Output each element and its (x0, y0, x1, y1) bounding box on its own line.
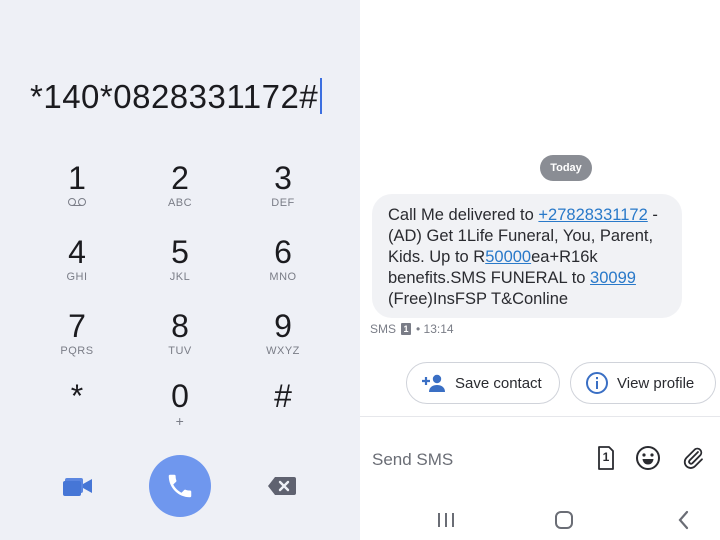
phone-link[interactable]: +27828331172 (538, 206, 647, 224)
amount-link[interactable]: 50000 (485, 248, 531, 266)
shortcode-link[interactable]: 30099 (590, 269, 636, 287)
home-button[interactable] (552, 508, 576, 532)
sim-select-button[interactable]: 1 (592, 445, 618, 471)
key-digit: 0 (171, 378, 189, 414)
key-digit: 8 (171, 308, 189, 344)
message-text: Call Me delivered to (388, 206, 539, 224)
call-button[interactable] (149, 455, 211, 517)
key-digit: 6 (274, 234, 292, 270)
key-digit: 9 (274, 308, 292, 344)
message-type: SMS (370, 322, 397, 336)
key-letters: ABC (167, 197, 193, 209)
emoji-button[interactable] (635, 445, 661, 471)
key-3[interactable]: 3 DEF (231, 160, 335, 230)
key-8[interactable]: 8 TUV (128, 308, 232, 378)
key-digit: 5 (171, 234, 189, 270)
message-time: • 13:14 (416, 322, 454, 336)
message-meta: SMS 1 • 13:14 (370, 322, 454, 336)
key-digit: 1 (68, 160, 86, 196)
view-profile-label: View profile (617, 374, 695, 392)
key-9[interactable]: 9 WXYZ (231, 308, 335, 378)
key-letters: WXYZ (266, 345, 300, 357)
recent-apps-icon (438, 513, 454, 527)
dialed-number-text: *140*0828331172# (30, 78, 319, 115)
send-sms-input[interactable] (370, 445, 574, 475)
save-contact-button[interactable]: Save contact (406, 362, 560, 404)
key-letters: + (175, 413, 185, 429)
back-icon (678, 510, 689, 530)
key-digit: * (70, 378, 84, 414)
video-call-button[interactable] (62, 472, 94, 500)
key-7[interactable]: 7 PQRS (25, 308, 129, 378)
key-star[interactable]: * (25, 378, 129, 448)
attach-button[interactable] (680, 445, 706, 471)
info-icon (586, 372, 608, 394)
key-letters: PQRS (60, 345, 94, 357)
sim-icon: 1 (401, 323, 412, 335)
key-digit: 7 (68, 308, 86, 344)
key-2[interactable]: 2 ABC (128, 160, 232, 230)
key-letters: DEF (271, 197, 295, 209)
view-profile-button[interactable]: View profile (570, 362, 716, 404)
video-call-icon (63, 478, 92, 496)
phone-call-icon (168, 474, 192, 498)
key-digit: 4 (68, 234, 86, 270)
sms-conversation-panel: Today Call Me delivered to +27828331172 … (360, 0, 720, 540)
add-person-icon (422, 374, 445, 392)
key-letters: MNO (269, 271, 297, 283)
recent-apps-button[interactable] (434, 508, 458, 532)
emoji-icon (636, 446, 660, 470)
paperclip-icon (683, 447, 703, 469)
voicemail-icon (25, 196, 129, 210)
backspace-icon (268, 477, 296, 495)
compose-bar: 1 (360, 416, 720, 501)
key-letters: JKL (169, 271, 191, 283)
key-digit: 2 (171, 160, 189, 196)
key-1[interactable]: 1 (25, 160, 129, 230)
text-cursor (320, 78, 323, 114)
dialed-number-field[interactable]: *140*0828331172# (30, 78, 350, 120)
back-button[interactable] (672, 508, 696, 532)
save-contact-label: Save contact (455, 374, 542, 392)
date-chip: Today (540, 155, 592, 181)
dialer-panel: *140*0828331172# 1 2 ABC 3 DEF 4 GHI 5 J… (0, 0, 360, 540)
system-nav-bar (360, 500, 720, 540)
message-text: (Free)InsFSP T&Conline (388, 290, 569, 308)
key-digit: 3 (274, 160, 292, 196)
key-4[interactable]: 4 GHI (25, 234, 129, 304)
key-5[interactable]: 5 JKL (128, 234, 232, 304)
key-6[interactable]: 6 MNO (231, 234, 335, 304)
key-0[interactable]: 0 + (128, 378, 232, 448)
key-letters: TUV (168, 345, 192, 357)
delete-button[interactable] (266, 474, 298, 498)
home-icon (555, 511, 573, 529)
key-letters: GHI (66, 271, 88, 283)
message-bubble[interactable]: Call Me delivered to +27828331172 -(AD) … (372, 194, 682, 318)
sim-number: 1 (602, 450, 610, 464)
key-hash[interactable]: # (231, 378, 335, 448)
key-digit: # (274, 378, 292, 414)
